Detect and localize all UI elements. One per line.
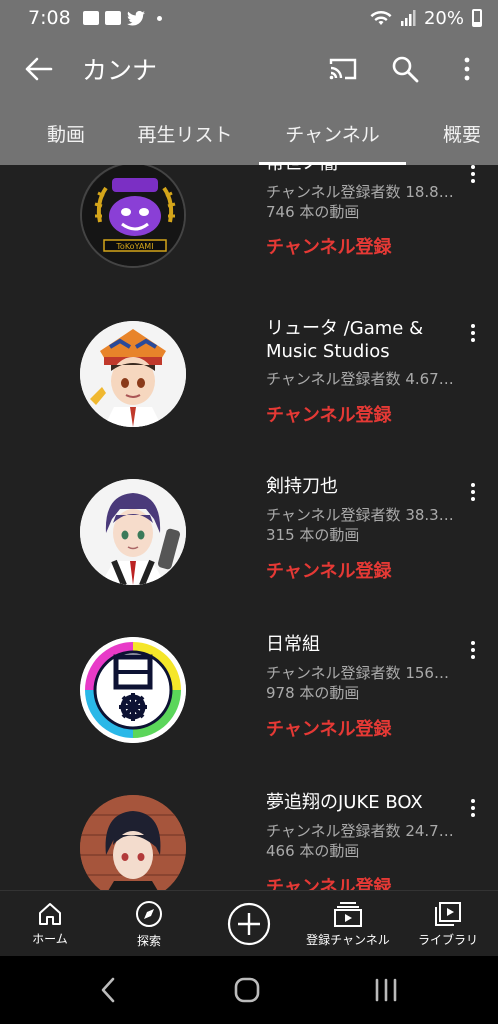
nav-label: ライブラリ xyxy=(417,932,478,947)
tab-label: 概要 xyxy=(442,124,481,146)
cast-icon xyxy=(329,58,357,80)
svg-text:ToKoYAMI: ToKoYAMI xyxy=(115,242,153,251)
home-icon xyxy=(39,902,61,925)
system-navigation-bar xyxy=(0,956,498,1024)
subscribe-button[interactable]: チャンネル登録 xyxy=(266,557,391,583)
nav-home[interactable]: ホーム xyxy=(20,891,80,957)
nichijogumi-avatar-art xyxy=(80,637,186,743)
more-vert-icon[interactable] xyxy=(462,477,484,507)
system-status: 20% xyxy=(370,8,482,29)
kenmochi-avatar-art xyxy=(80,479,186,585)
library-icon xyxy=(435,901,461,926)
tab-channels[interactable]: チャンネル xyxy=(259,102,406,165)
tokoyami-avatar-art: ToKoYAMI xyxy=(82,165,184,266)
more-vert-icon[interactable] xyxy=(462,635,484,665)
subscribe-button[interactable]: チャンネル登録 xyxy=(266,715,391,741)
search-icon xyxy=(392,56,419,83)
channel-avatar: ToKoYAMI xyxy=(80,165,186,268)
channel-row[interactable]: 剣持刀也 チャンネル登録者数 38.3… 315 本の動画 チャンネル登録 xyxy=(0,473,498,631)
notification-icons xyxy=(82,10,162,26)
subscribe-button[interactable]: チャンネル登録 xyxy=(266,873,391,890)
status-bar: 7:08 20% xyxy=(0,0,498,36)
channel-avatar xyxy=(80,321,186,427)
subscribe-button[interactable]: チャンネル登録 xyxy=(266,233,391,259)
compass-icon xyxy=(136,900,162,927)
channel-list: ToKoYAMI 常世ノ闇 チャンネル登録者数 18.8… 746 本の動画 チ… xyxy=(0,165,498,890)
app-bar-actions xyxy=(312,36,498,102)
signal-icon xyxy=(400,10,416,26)
chevron-left-icon xyxy=(101,977,115,1003)
system-back-button[interactable] xyxy=(88,970,128,1010)
channel-name: 日常組 xyxy=(266,634,320,655)
channel-tabs: 動画 再生リスト チャンネル 概要 xyxy=(0,102,498,165)
channel-name: 常世ノ闇 xyxy=(266,165,456,175)
more-vert-icon xyxy=(464,57,470,81)
channel-row[interactable]: ToKoYAMI 常世ノ闇 チャンネル登録者数 18.8… 746 本の動画 チ… xyxy=(0,165,498,315)
channel-name: リュータ /Game & Music Studios xyxy=(266,318,424,362)
tab-label: 再生リスト xyxy=(137,124,233,146)
cast-button[interactable] xyxy=(312,36,374,102)
more-notifications-dot xyxy=(156,15,162,21)
subscriber-count: チャンネル登録者数 18.8… xyxy=(266,183,454,201)
subscriber-count: チャンネル登録者数 38.3… xyxy=(266,506,454,524)
video-count: 466 本の動画 xyxy=(266,842,360,860)
home-circle-icon xyxy=(234,977,260,1003)
tab-label: チャンネル xyxy=(285,124,380,146)
app-bar: カンナ xyxy=(0,36,498,102)
system-home-button[interactable] xyxy=(227,970,267,1010)
more-vert-icon[interactable] xyxy=(462,165,484,189)
nav-library[interactable]: ライブラリ xyxy=(412,891,484,957)
battery-level: 20% xyxy=(423,7,464,29)
channel-avatar xyxy=(80,795,186,890)
back-button[interactable] xyxy=(0,36,78,102)
wifi-icon xyxy=(370,11,392,25)
nav-create[interactable] xyxy=(220,891,278,957)
video-count: 746 本の動画 xyxy=(266,203,360,221)
channel-name: 剣持刀也 xyxy=(266,476,338,497)
more-options-button[interactable] xyxy=(436,36,498,102)
tab-label: 動画 xyxy=(46,124,85,146)
system-recents-button[interactable] xyxy=(366,970,406,1010)
subscriptions-icon xyxy=(334,901,362,927)
subscriber-count: チャンネル登録者数 156… xyxy=(266,664,449,682)
more-vert-icon[interactable] xyxy=(462,793,484,823)
ryuta-avatar-art xyxy=(80,321,186,427)
channel-avatar xyxy=(80,637,186,743)
channel-row[interactable]: リュータ /Game & Music Studios チャンネル登録者数 4.6… xyxy=(0,315,498,473)
nav-explore[interactable]: 探索 xyxy=(118,891,180,957)
channel-avatar xyxy=(80,479,186,585)
subscriber-count: チャンネル登録者数 24.7… xyxy=(266,822,454,840)
create-plus-icon xyxy=(227,902,271,946)
tab-about[interactable]: 概要 xyxy=(426,102,498,165)
nav-label: 登録チャンネル xyxy=(306,932,390,947)
recents-icon xyxy=(375,978,397,1002)
video-count: 978 本の動画 xyxy=(266,684,360,702)
video-count: 315 本の動画 xyxy=(266,526,360,544)
gallery-notification-icon xyxy=(82,11,99,25)
nav-label: ホーム xyxy=(32,931,68,946)
channel-row[interactable]: 日常組 チャンネル登録者数 156… 978 本の動画 チャンネル登録 xyxy=(0,631,498,789)
status-time: 7:08 xyxy=(28,7,71,29)
channel-row[interactable]: 夢追翔のJUKE BOX チャンネル登録者数 24.7… 466 本の動画 チャ… xyxy=(0,789,498,890)
bottom-navigation: ホーム 探索 登録チャンネル ライブラリ xyxy=(0,890,498,956)
nav-subscriptions[interactable]: 登録チャンネル xyxy=(300,891,396,957)
tab-playlists[interactable]: 再生リスト xyxy=(130,102,240,165)
video-notification-icon xyxy=(104,11,121,25)
yumeoi-avatar-art xyxy=(80,795,186,890)
subscriber-count: チャンネル登録者数 4.67… xyxy=(266,370,454,388)
search-button[interactable] xyxy=(374,36,436,102)
more-vert-icon[interactable] xyxy=(462,318,484,348)
battery-icon xyxy=(472,9,482,27)
arrow-left-icon xyxy=(25,57,53,81)
tab-videos[interactable]: 動画 xyxy=(30,102,102,165)
page-title: カンナ xyxy=(82,56,158,85)
nav-label: 探索 xyxy=(136,933,161,948)
channel-name: 夢追翔のJUKE BOX xyxy=(266,792,423,813)
twitter-icon xyxy=(126,10,145,26)
subscribe-button[interactable]: チャンネル登録 xyxy=(266,401,391,427)
